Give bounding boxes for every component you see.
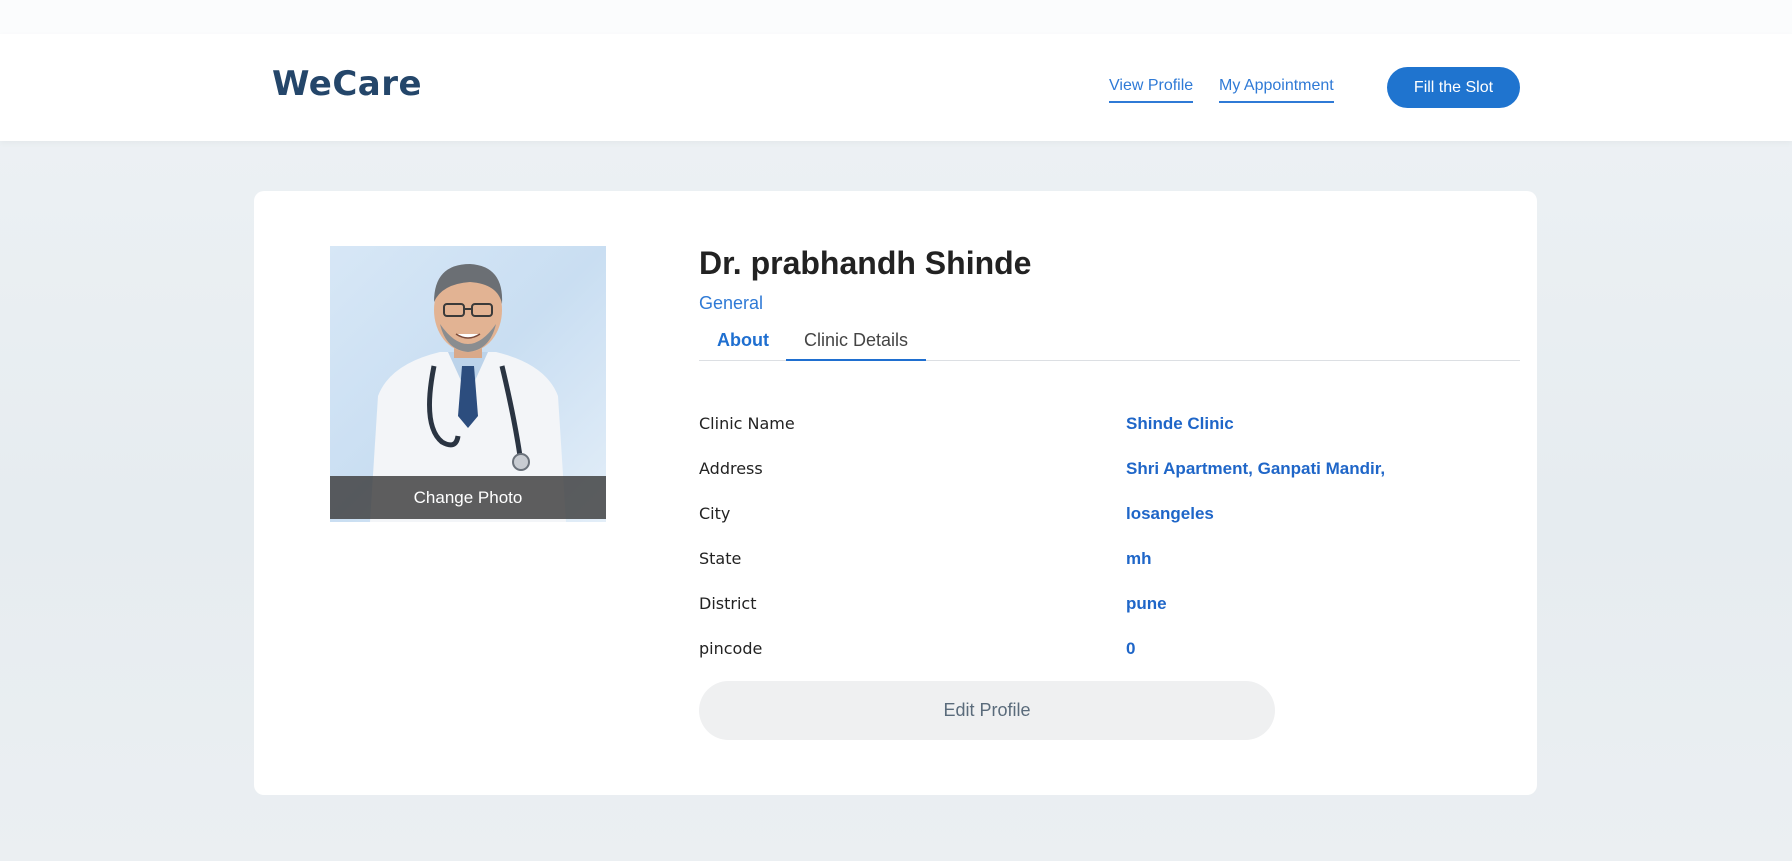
detail-row-pincode: pincode 0 — [699, 639, 1520, 663]
detail-value: 0 — [1126, 639, 1136, 658]
detail-value: pune — [1126, 594, 1167, 613]
change-photo-button[interactable]: Change Photo — [330, 476, 606, 519]
doctor-name: Dr. prabhandh Shinde — [699, 245, 1032, 281]
detail-row-state: State mh — [699, 549, 1520, 573]
detail-row-district: District pune — [699, 594, 1520, 618]
top-strip — [0, 0, 1792, 34]
detail-row-address: Address Shri Apartment, Ganpati Mandir, — [699, 459, 1520, 483]
detail-row-city: City losangeles — [699, 504, 1520, 528]
profile-card: Change Photo Dr. prabhandh Shinde Genera… — [254, 191, 1537, 795]
edit-profile-button[interactable]: Edit Profile — [699, 681, 1275, 740]
nav-my-appointment[interactable]: My Appointment — [1219, 77, 1334, 103]
fill-slot-button[interactable]: Fill the Slot — [1387, 67, 1520, 108]
detail-label: State — [699, 549, 742, 568]
detail-value: losangeles — [1126, 504, 1214, 523]
nav-view-profile[interactable]: View Profile — [1109, 77, 1194, 103]
doctor-specialty: General — [699, 293, 764, 313]
detail-label: Address — [699, 459, 763, 478]
profile-photo: Change Photo — [330, 246, 606, 522]
detail-label: Clinic Name — [699, 414, 795, 433]
detail-row-clinic-name: Clinic Name Shinde Clinic — [699, 414, 1520, 438]
detail-label: City — [699, 504, 731, 523]
tab-clinic-details[interactable]: Clinic Details — [786, 325, 927, 361]
navbar: WeCare View Profile My Appointment Fill … — [0, 34, 1792, 141]
detail-label: District — [699, 594, 757, 613]
detail-value: Shinde Clinic — [1126, 414, 1234, 433]
profile-tabs: About Clinic Details — [699, 325, 1520, 361]
detail-value: mh — [1126, 549, 1152, 568]
detail-label: pincode — [699, 639, 763, 658]
brand-logo[interactable]: WeCare — [272, 64, 422, 104]
detail-value: Shri Apartment, Ganpati Mandir, — [1126, 459, 1386, 478]
tab-about[interactable]: About — [699, 325, 787, 361]
